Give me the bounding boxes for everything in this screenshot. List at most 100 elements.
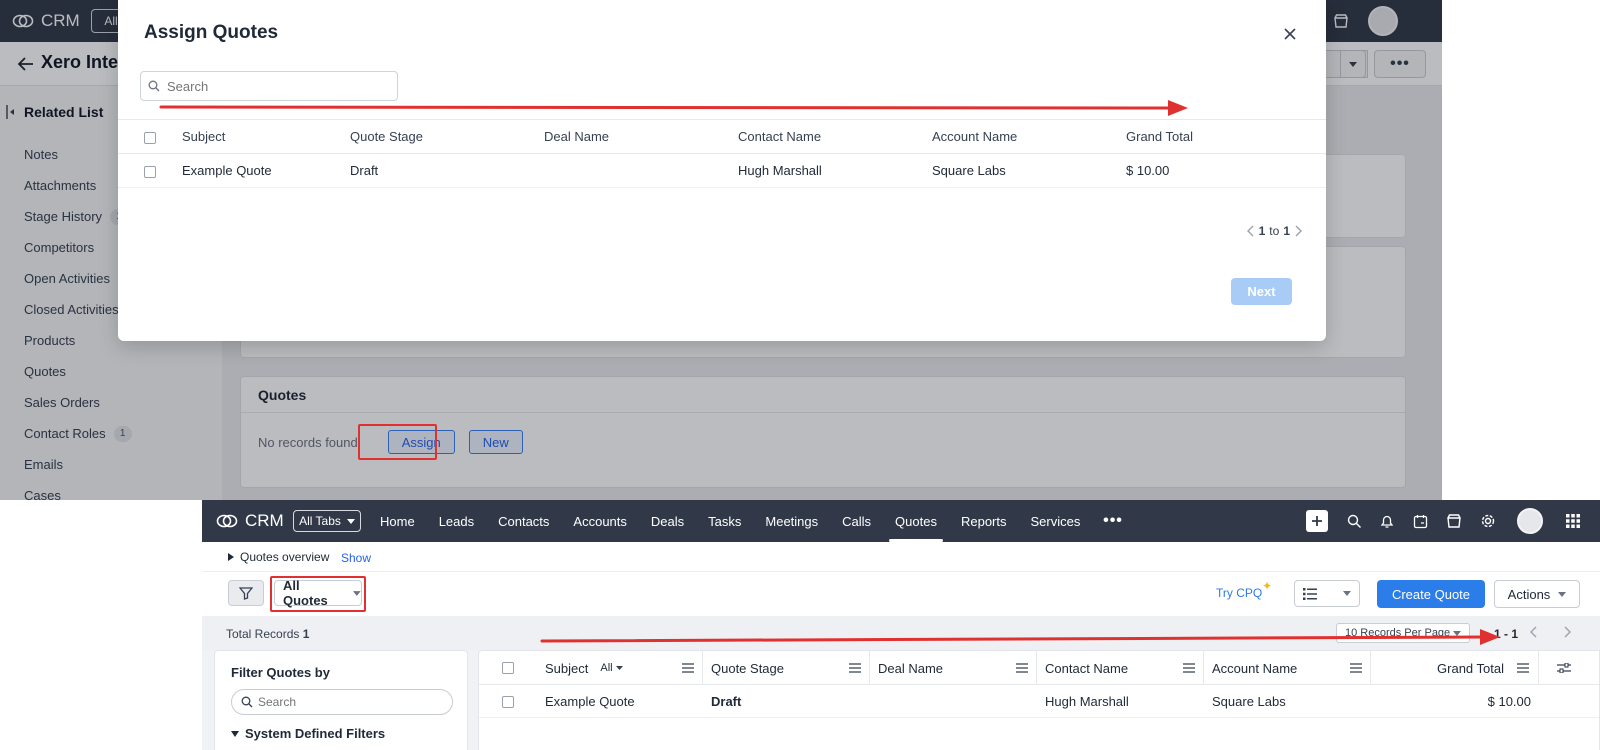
filter-toggle-button[interactable] — [228, 580, 264, 606]
column-subject[interactable]: Subject All — [537, 651, 703, 685]
try-cpq-link[interactable]: Try CPQ — [1216, 586, 1262, 600]
modal-title: Assign Quotes — [144, 22, 279, 43]
chevron-down-icon — [1343, 591, 1351, 596]
filter-panel: Filter Quotes by System Defined Filters — [214, 650, 468, 750]
marketplace-icon[interactable] — [1441, 508, 1467, 534]
column-menu-icon[interactable] — [682, 663, 694, 673]
column-deal-name[interactable]: Deal Name — [870, 651, 1037, 685]
actions-label: Actions — [1507, 586, 1551, 602]
column-menu-icon[interactable] — [849, 663, 861, 673]
table-row[interactable]: Example Quote Draft Hugh Marshall Square… — [479, 685, 1599, 718]
tab-reports[interactable]: Reports — [949, 500, 1019, 542]
column-menu-icon[interactable] — [1350, 663, 1362, 673]
plus-icon — [1312, 516, 1322, 526]
quotes-table: Subject Quote Stage Deal Name Contact Na… — [118, 119, 1326, 188]
all-tabs-label: All Tabs — [299, 514, 341, 528]
column-menu-icon[interactable] — [1016, 663, 1028, 673]
tab-meetings[interactable]: Meetings — [753, 500, 830, 542]
record-range: 1 - 1 — [1494, 627, 1519, 641]
pager-to-word: to — [1269, 224, 1280, 238]
total-records: Total Records 1 — [226, 627, 309, 641]
all-tabs-button[interactable]: All Tabs — [293, 510, 361, 532]
column-quote-stage[interactable]: Quote Stage — [703, 651, 870, 685]
row-select-cell — [118, 153, 156, 188]
subject-filter-select[interactable]: All — [600, 662, 623, 674]
cell-account-name[interactable]: Square Labs — [1212, 685, 1286, 718]
assign-highlight-box — [358, 424, 437, 460]
column-deal-name[interactable]: Deal Name — [544, 119, 738, 154]
select-all-checkbox[interactable] — [144, 131, 156, 144]
cell-subject: Example Quote — [156, 153, 350, 188]
search-icon[interactable] — [1341, 508, 1367, 534]
list-layout-select[interactable] — [1294, 580, 1360, 607]
chevron-right-icon[interactable] — [1294, 225, 1302, 237]
column-contact-name[interactable]: Contact Name — [738, 119, 932, 154]
next-button[interactable]: Next — [1231, 278, 1292, 305]
tab-services[interactable]: Services — [1019, 500, 1093, 542]
caret-right-icon — [228, 553, 234, 561]
app-grid-icon[interactable] — [1560, 508, 1586, 534]
column-account-name[interactable]: Account Name — [1204, 651, 1371, 685]
row-checkbox[interactable] — [144, 165, 156, 178]
search-icon — [241, 696, 253, 708]
column-menu-icon[interactable] — [1517, 663, 1529, 673]
chevron-left-icon[interactable] — [1246, 225, 1255, 237]
chevron-down-icon — [615, 666, 623, 670]
avatar[interactable] — [1517, 508, 1543, 534]
column-account-name[interactable]: Account Name — [932, 119, 1126, 154]
table-header-row: Subject Quote Stage Deal Name Contact Na… — [118, 119, 1326, 154]
tab-leads[interactable]: Leads — [427, 500, 486, 542]
calendar-icon[interactable] — [1407, 508, 1433, 534]
quick-create-button[interactable] — [1306, 510, 1328, 532]
tab-home[interactable]: Home — [368, 500, 427, 542]
create-quote-button[interactable]: Create Quote — [1377, 580, 1485, 608]
column-quote-stage[interactable]: Quote Stage — [350, 119, 544, 154]
close-icon[interactable] — [1282, 26, 1298, 42]
system-filters-toggle[interactable]: System Defined Filters — [231, 726, 385, 741]
actions-button[interactable]: Actions — [1494, 580, 1580, 608]
select-all-cell — [479, 651, 537, 685]
modal-pagination: 1 to 1 — [1246, 224, 1302, 238]
cell-contact-name[interactable]: Hugh Marshall — [1045, 685, 1129, 718]
tab-contacts[interactable]: Contacts — [486, 500, 561, 542]
filter-search-input[interactable] — [231, 689, 453, 715]
row-checkbox[interactable] — [502, 695, 514, 708]
tab-quotes[interactable]: Quotes — [883, 500, 949, 542]
chevron-right-icon[interactable] — [1560, 625, 1574, 639]
quotes-overview-label: Quotes overview — [240, 550, 330, 564]
show-overview-link[interactable]: Show — [341, 551, 371, 565]
records-per-page-select[interactable]: 10 Records Per Page — [1336, 623, 1470, 643]
column-settings-icon — [1557, 663, 1571, 673]
assign-quotes-modal: Assign Quotes Subject Quote Stage Deal N… — [118, 0, 1326, 341]
module-tabs: Home Leads Contacts Accounts Deals Tasks… — [368, 500, 1092, 542]
quotes-overview-toggle[interactable]: Quotes overview — [228, 550, 329, 564]
gear-icon[interactable] — [1475, 508, 1501, 534]
cell-deal-name — [544, 153, 738, 188]
list-view-icon — [1303, 587, 1317, 600]
cell-quote-stage: Draft — [350, 153, 544, 188]
column-subject-label: Subject — [545, 660, 589, 676]
bell-icon[interactable] — [1374, 508, 1400, 534]
top-screenshot: CRM All Xero Integ er ••• Related List N… — [0, 0, 1442, 500]
more-tabs-button[interactable]: ••• — [1100, 512, 1126, 530]
crm-brand[interactable]: CRM — [216, 500, 284, 542]
column-menu-icon[interactable] — [1183, 663, 1195, 673]
chevron-left-icon[interactable] — [1527, 625, 1541, 639]
tab-deals[interactable]: Deals — [639, 500, 696, 542]
quotes-overview-bar: Quotes overview Show — [202, 542, 1600, 572]
tab-calls[interactable]: Calls — [830, 500, 883, 542]
column-settings[interactable] — [1539, 651, 1600, 685]
tab-accounts[interactable]: Accounts — [561, 500, 638, 542]
pager-to: 1 — [1283, 224, 1290, 238]
cell-subject[interactable]: Example Quote — [545, 685, 635, 718]
tab-tasks[interactable]: Tasks — [696, 500, 753, 542]
modal-search-input[interactable] — [140, 71, 398, 101]
column-contact-name[interactable]: Contact Name — [1037, 651, 1204, 685]
column-subject[interactable]: Subject — [156, 119, 350, 154]
select-all-checkbox[interactable] — [502, 662, 514, 674]
column-grand-total[interactable]: Grand Total — [1371, 651, 1539, 685]
cell-account-name: Square Labs — [932, 153, 1126, 188]
column-contact-name-label: Contact Name — [1045, 660, 1129, 676]
table-row[interactable]: Example Quote Draft Hugh Marshall Square… — [118, 153, 1326, 188]
column-grand-total[interactable]: Grand Total — [1126, 119, 1326, 154]
